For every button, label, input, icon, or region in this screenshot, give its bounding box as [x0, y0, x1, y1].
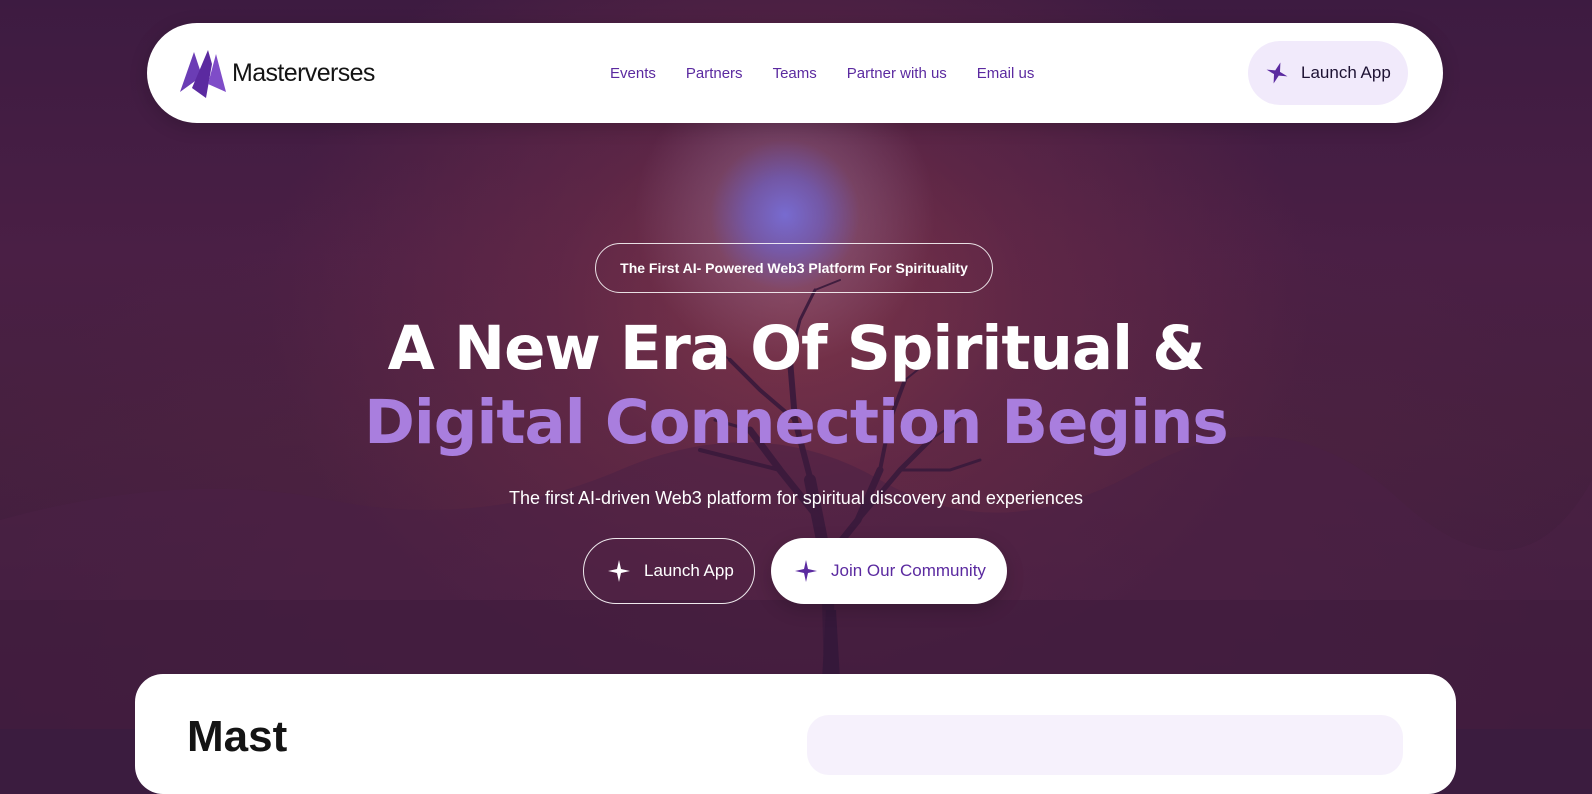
next-section-card: Mast: [135, 674, 1456, 794]
hero-launch-app-button[interactable]: Launch App: [583, 538, 755, 604]
headline-line-2: Digital Connection Begins: [364, 387, 1228, 458]
tagline-badge: The First AI- Powered Web3 Platform For …: [595, 243, 993, 293]
join-community-label: Join Our Community: [831, 561, 986, 580]
top-navbar: Masterverses Events Partners Teams Partn…: [147, 23, 1443, 123]
sparkle-icon: [795, 560, 817, 582]
header-launch-app-button[interactable]: Launch App: [1248, 41, 1408, 105]
nav-link-teams[interactable]: Teams: [773, 65, 817, 82]
sparkle-icon: [608, 560, 630, 582]
main-nav: Events Partners Teams Partner with us Em…: [610, 23, 1034, 123]
nav-link-email-us[interactable]: Email us: [977, 65, 1035, 82]
nav-link-events[interactable]: Events: [610, 65, 656, 82]
header-launch-app-label: Launch App: [1301, 63, 1391, 82]
hero-launch-app-label: Launch App: [644, 561, 734, 580]
nav-link-partner-with-us[interactable]: Partner with us: [847, 65, 947, 82]
masterverses-logo-icon: [180, 50, 226, 98]
sparkle-star-icon: [1265, 61, 1289, 85]
headline-line-1: A New Era Of Spiritual &: [387, 313, 1206, 384]
nav-link-partners[interactable]: Partners: [686, 65, 743, 82]
section-heading: Mast: [187, 712, 288, 761]
hero-headline: A New Era Of Spiritual & Digital Connect…: [0, 312, 1592, 460]
join-community-button[interactable]: Join Our Community: [771, 538, 1007, 604]
section-panel: [807, 715, 1403, 775]
brand-name: Masterverses: [232, 58, 375, 87]
brand-logo[interactable]: Masterverses: [180, 48, 375, 98]
hero-subtitle: The first AI-driven Web3 platform for sp…: [509, 488, 1083, 508]
